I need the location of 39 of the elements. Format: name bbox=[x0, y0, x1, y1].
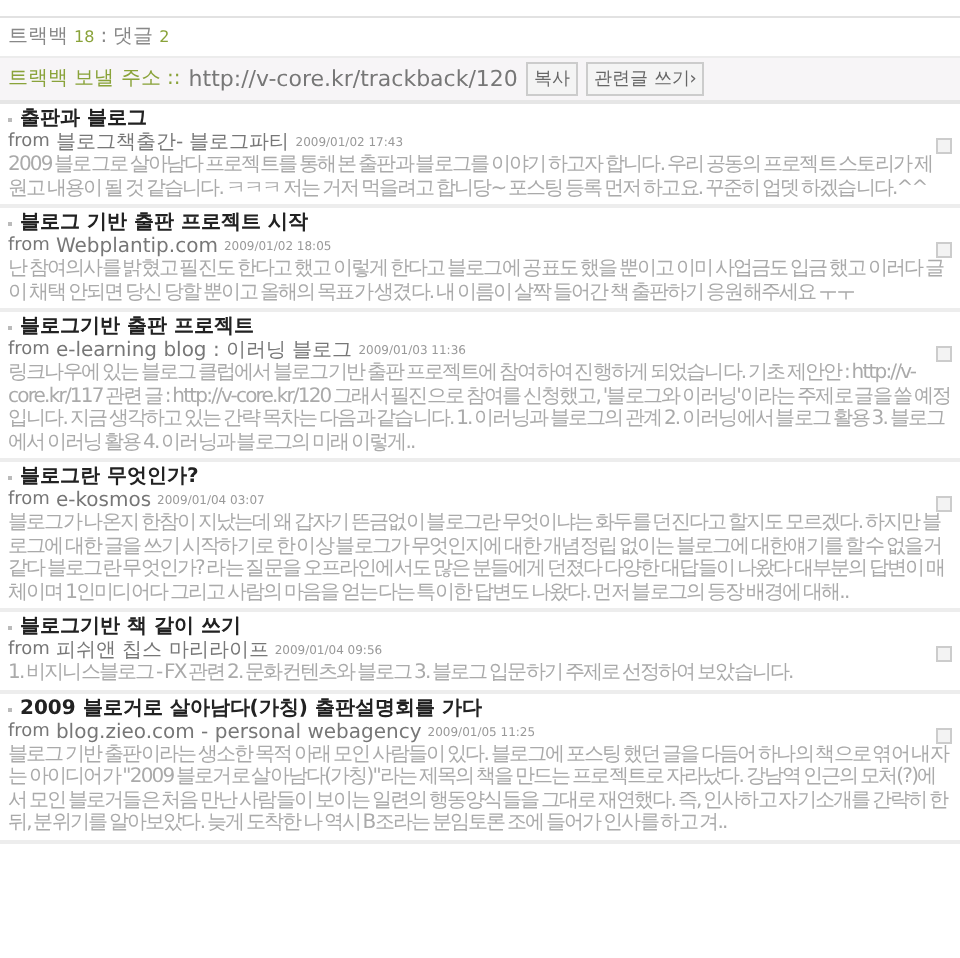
square-icon[interactable] bbox=[936, 496, 952, 512]
from-label: from bbox=[8, 490, 50, 512]
entry-source[interactable]: e-learning blog : 이러닝 블로그 bbox=[55, 340, 353, 362]
square-icon[interactable] bbox=[936, 346, 952, 362]
trackback-url: http://v-core.kr/trackback/120 bbox=[188, 67, 518, 91]
entry-source[interactable]: blog.zieo.com - personal webagency bbox=[55, 721, 422, 743]
from-label: from bbox=[8, 236, 50, 258]
separator: : bbox=[100, 26, 108, 50]
from-label: from bbox=[8, 132, 50, 154]
entry-excerpt: 블로그 기반 출판이라는 생소한 목적 아래 모인 사람들이 있다. 블로그에 포스팅 했던 글을 다듬어 하나의 책으로 엮어 내자는 아이디어가 "2009 블로거로 살아남다(가칭)"라는 제목의 책을 만드는 프로젝트로 자라났다. 강남역 인근의 모처(?)에서 모인 블로거들은 처음 만난 사람들이 보이는 일련의 행동양식들을 그대로 재연했다. 즉, 인사하고 자기소개를 간략히 한 뒤, 분위기를 알아보았다. 늦게 도착한 나 역시 B조라는 분임토론 조에 들어가 인사를 하고 겨.. bbox=[8, 743, 951, 835]
entry-excerpt: 링크나우에 있는 블로그 클럽에서 블로그기반 출판 프로젝트에 참여하여 진행하게 되었습니다. 기초 제안안 : http://v-core.kr/117 관련 글 : http://v-core.kr/120 그래서 필진으로 참여를 신청했고, '블로그와 이러닝'이라는 주제로 글을 쓸 예정입니다. 지금 생각하고 있는 간략 목차는 다음과 같습니다. 1. 이러닝과 블로그의 관계 2. 이러닝에서 블로그 활용 3. 블로그에서 이러닝 활용 4. 이러닝과 블로그의 미래 이렇게.. bbox=[8, 362, 952, 454]
entry-source[interactable]: 블로그책출간- 블로그파티 bbox=[55, 132, 290, 154]
square-icon[interactable] bbox=[936, 138, 952, 154]
square-icon[interactable] bbox=[936, 646, 952, 662]
trackback-label: 트랙백 bbox=[8, 26, 68, 50]
trackback-count: 18 bbox=[74, 26, 95, 50]
square-icon[interactable] bbox=[936, 242, 952, 258]
entry-title[interactable]: 블로그 기반 출판 프로젝트 시작 bbox=[20, 212, 308, 236]
from-label: from bbox=[8, 640, 50, 662]
write-button[interactable]: 관련글 쓰기› bbox=[585, 62, 705, 96]
comment-label: 댓글 bbox=[113, 26, 154, 50]
entry-title[interactable]: 블로그기반 출판 프로젝트 bbox=[20, 316, 254, 340]
entry-source[interactable]: 피쉬앤 칩스 마리라이프 bbox=[55, 640, 269, 662]
entry-excerpt: 난 참여의사를 밝혔고 필진도 한다고 했고 이렇게 한다고 블로그에 공표도 했을 뿐이고 이미 사업금도 입금 했고 이러다 글이 채택 안되면 당신 당할 뿐이고 올해의 목표가 생겼다. 내 이름이 살짝 들어간 책 출판하기 응원해주세요 ㅜㅜ bbox=[8, 258, 946, 304]
square-icon[interactable] bbox=[936, 727, 952, 743]
entry-title[interactable]: 출판과 블로그 bbox=[20, 108, 147, 132]
entry-excerpt: 1. 비지니스블로그 - FX 관련 2. 문화컨텐츠와 블로그 3. 블로그 입문하기 주제로 선정하여 보았습니다. bbox=[8, 662, 795, 685]
entry-title[interactable]: 2009 블로거로 살아남다(가칭) 출판설명회를 가다 bbox=[20, 697, 482, 721]
from-label: from bbox=[8, 340, 50, 362]
entry-source[interactable]: Webplantip.com bbox=[55, 236, 218, 258]
comment-count: 2 bbox=[159, 26, 170, 50]
entry-title[interactable]: 블로그란 무엇인가? bbox=[20, 466, 199, 490]
entry-title[interactable]: 블로그기반 책 같이 쓰기 bbox=[20, 616, 241, 640]
entry-excerpt: 2009 블로그로 살아남다 프로젝트를 통해 본 출판과 블로그를 이야기 하고자 합니다. 우리 공동의 프로젝트 스토리가 제 원고 내용이 될 것 같습니다. ㅋㅋㅋ 저는 거저 먹을려고 합니당~ 포스팅 등록 먼저 하고요. 꾸준히 업뎃 하겠습니다.^^ bbox=[8, 154, 934, 200]
from-label: from bbox=[8, 721, 50, 743]
entry-source[interactable]: e-kosmos bbox=[55, 490, 152, 512]
copy-button[interactable]: 복사 bbox=[525, 62, 578, 96]
entry-excerpt: 블로그가 나온지 한참이 지났는데 왜 갑자기 뜬금없이 블로그란 무엇이냐는 화두를 던진다고 할지도 모르겠다. 하지만 블로그에 대한 글을 쓰기 시작하기로 한 이상 블로그가 무엇인지에 대한 개념정립 없이는 블로그에 대한얘기를 할 수 없을거 같다 블로그란 무엇인가? 라는 질문을 오프라인에서도 많은 분들에게 던졌다 다양한 대답들이 나왔다 대부분의 답변이 매체이며 1인미디어다 그리고 사람의 마음을 얻는다는 특이한 답변도 나왔다. 먼저 블로그의 등장 배경에 대해.. bbox=[8, 512, 947, 604]
address-label: 트랙백 보낼 주소 :: bbox=[8, 67, 181, 91]
